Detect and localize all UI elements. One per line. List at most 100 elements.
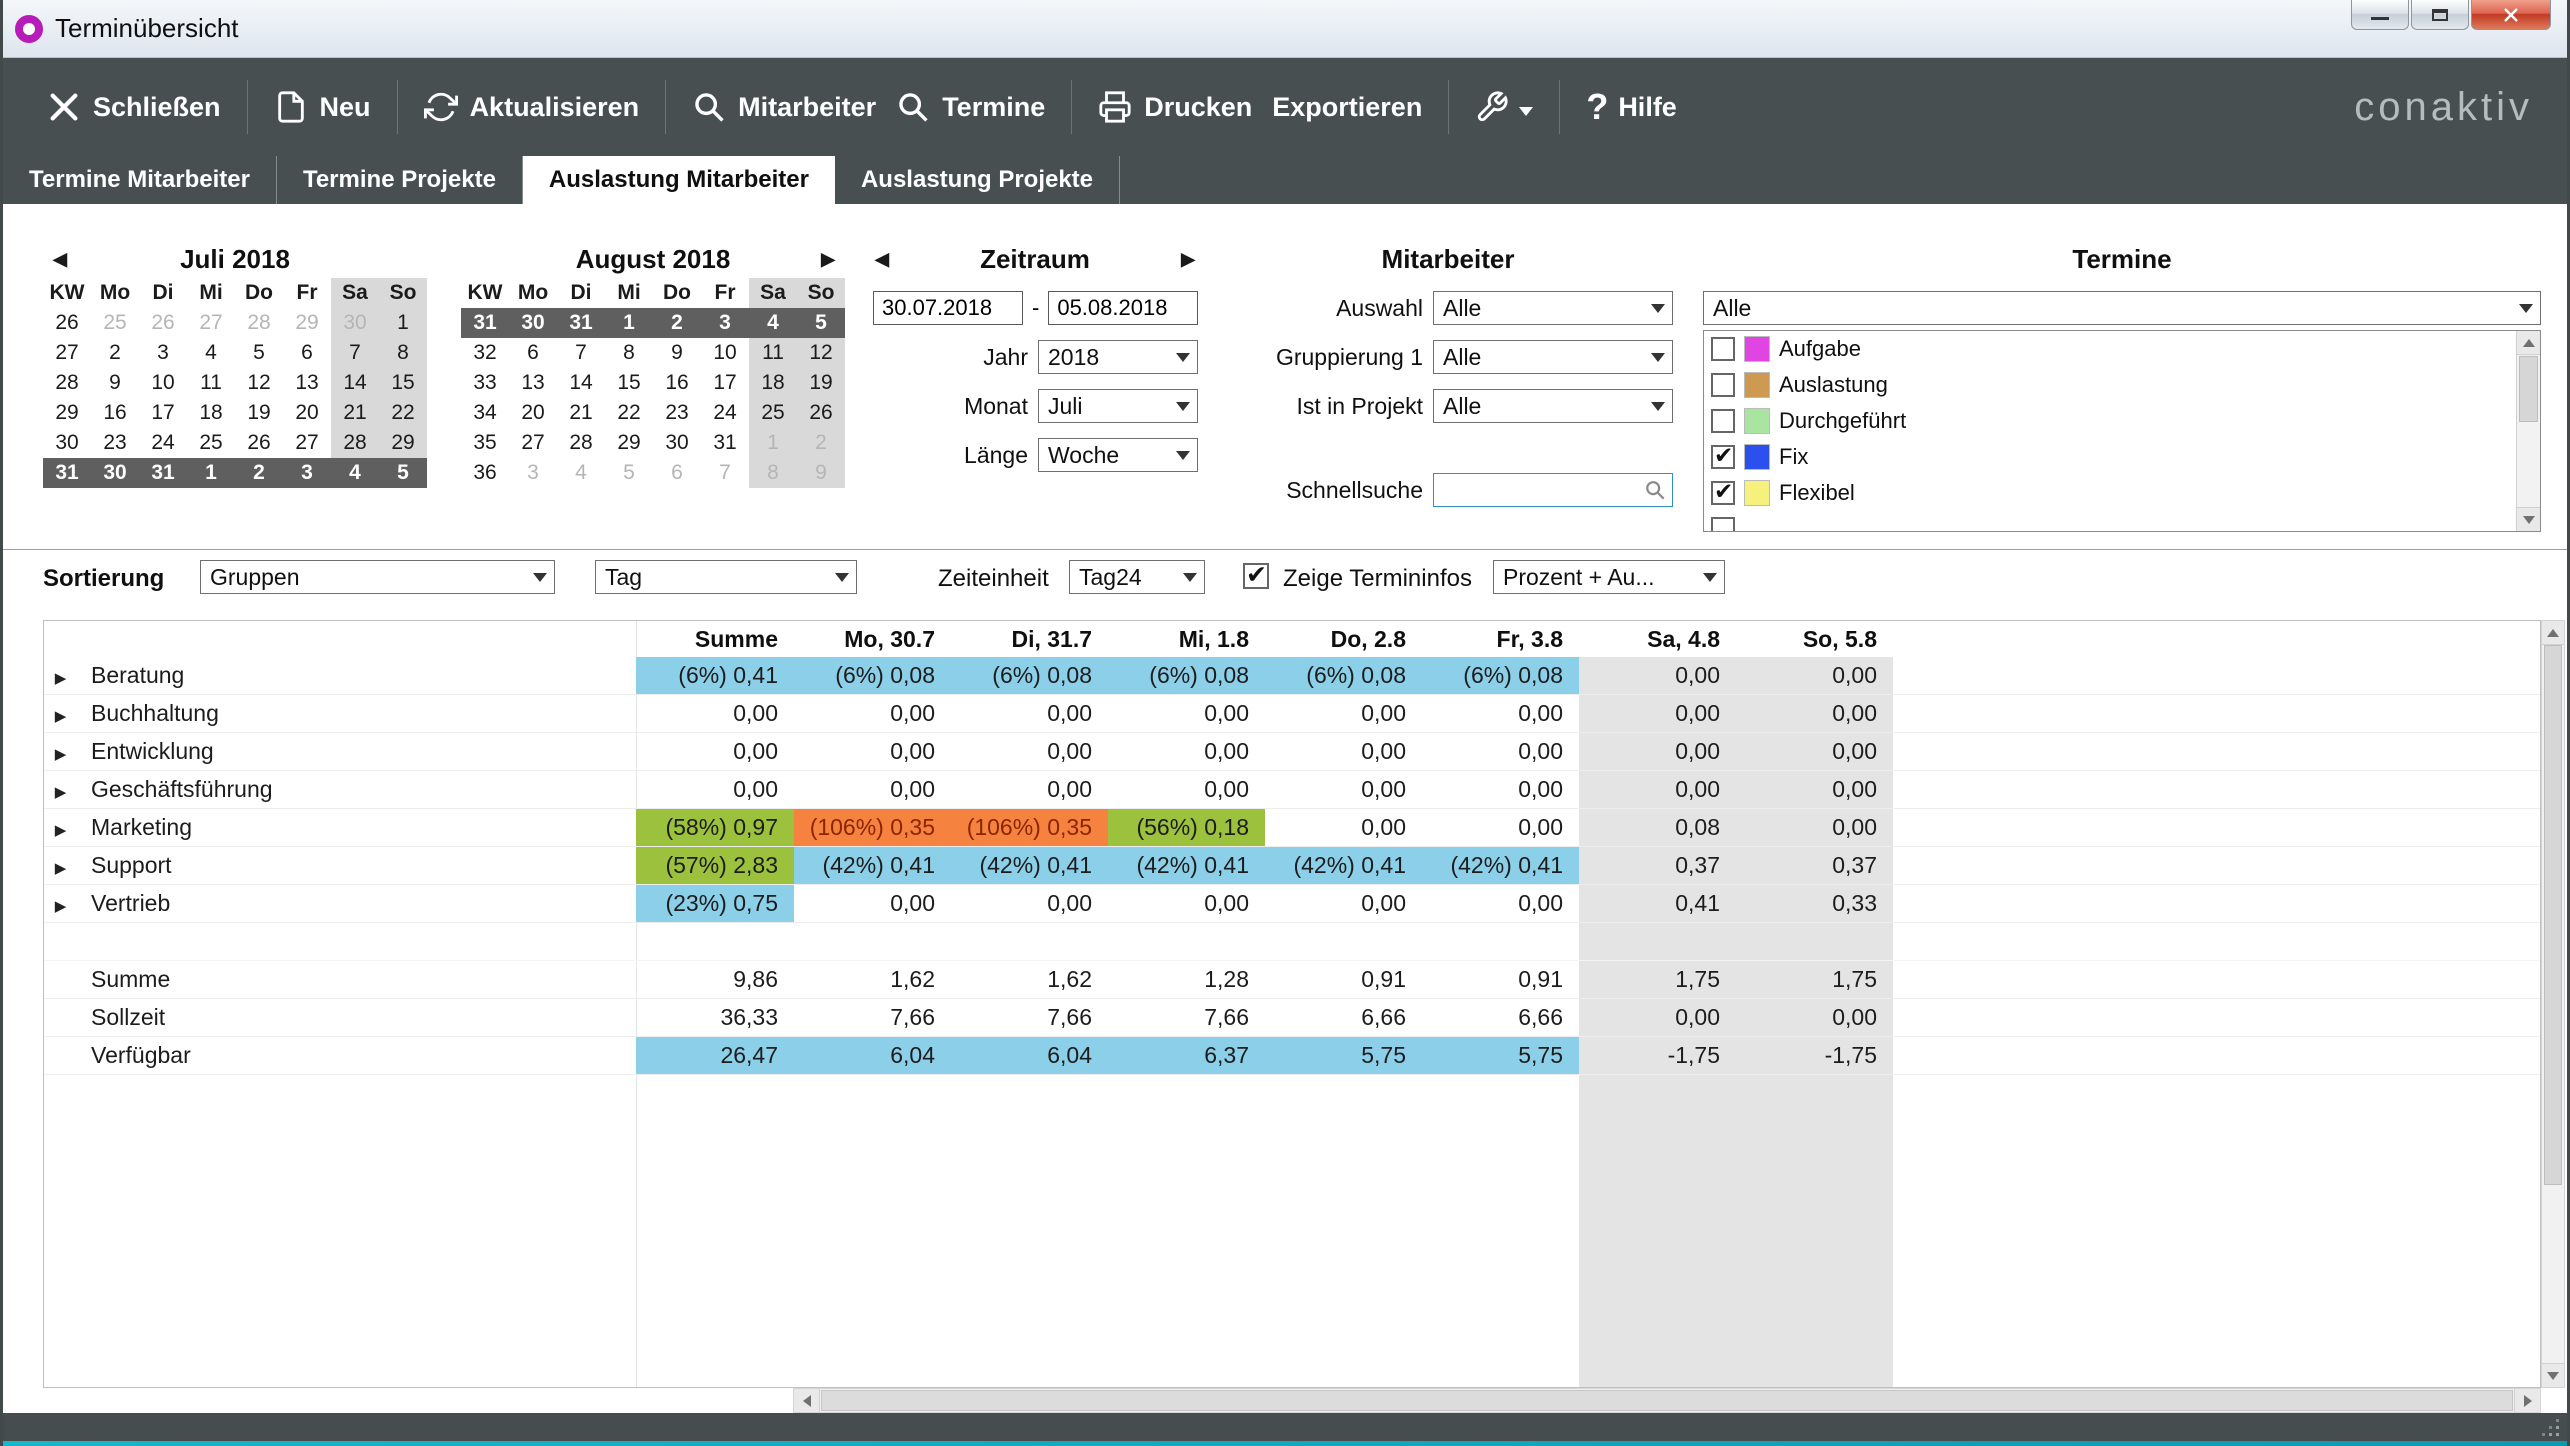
termine-suche-button[interactable]: Termine [896, 90, 1045, 124]
calendar-day[interactable]: 25 [91, 308, 139, 338]
calendar-day[interactable]: 1 [749, 428, 797, 458]
calendar-day[interactable]: 24 [701, 398, 749, 428]
calendar-day[interactable]: 7 [557, 338, 605, 368]
calendar-day[interactable]: 1 [605, 308, 653, 338]
scroll-right-button[interactable] [2514, 1389, 2540, 1412]
termine-type-item[interactable]: ✔Flexibel [1704, 475, 2516, 511]
termine-type-checkbox[interactable] [1711, 409, 1735, 433]
calendar-day[interactable]: 17 [701, 368, 749, 398]
scroll-down-button[interactable] [2517, 507, 2540, 531]
expand-row-icon[interactable]: ▶ [55, 822, 67, 839]
calendar-day[interactable]: 5 [379, 458, 427, 488]
calendar-day[interactable]: 29 [605, 428, 653, 458]
calendar-day[interactable]: 14 [557, 368, 605, 398]
expand-row-icon[interactable]: ▶ [55, 860, 67, 877]
minimize-button[interactable] [2351, 0, 2409, 30]
monat-select[interactable]: Juli [1038, 389, 1198, 423]
schliessen-button[interactable]: Schließen [47, 90, 221, 124]
calendar-day[interactable]: 27 [283, 428, 331, 458]
calendar-day[interactable]: 26 [235, 428, 283, 458]
termine-filter-select[interactable]: Alle [1703, 291, 2541, 325]
calendar-day[interactable]: 15 [379, 368, 427, 398]
termine-type-checkbox[interactable]: ✔ [1711, 445, 1735, 469]
calendar-day[interactable]: 21 [331, 398, 379, 428]
calendar-day[interactable]: 30 [91, 458, 139, 488]
scrollbar-thumb[interactable] [821, 1390, 2513, 1411]
calendar-day[interactable]: 5 [797, 308, 845, 338]
calendar-day[interactable]: 3 [701, 308, 749, 338]
calendar-day[interactable]: 29 [379, 428, 427, 458]
calendar-day[interactable]: 10 [139, 368, 187, 398]
gruppierung-select[interactable]: Alle [1433, 340, 1673, 374]
calendar-day[interactable]: 21 [557, 398, 605, 428]
calendar-day[interactable]: 6 [509, 338, 557, 368]
prev-month-arrow-icon[interactable]: ◀ [43, 249, 77, 270]
sortierung-select[interactable]: Gruppen [200, 560, 555, 594]
zeiteinheit-select[interactable]: Tag24 [1069, 560, 1205, 594]
werkzeuge-button[interactable] [1475, 90, 1533, 124]
tab-auslastung-projekte[interactable]: Auslastung Projekte [835, 156, 1120, 204]
resize-grip[interactable] [2539, 1416, 2559, 1436]
calendar-day[interactable]: 28 [331, 428, 379, 458]
calendar-day[interactable]: 2 [797, 428, 845, 458]
calendar-day[interactable]: 18 [749, 368, 797, 398]
next-month-arrow-icon[interactable]: ▶ [811, 249, 845, 270]
auswahl-select[interactable]: Alle [1433, 291, 1673, 325]
expand-row-icon[interactable]: ▶ [55, 670, 67, 687]
calendar-day[interactable]: 30 [653, 428, 701, 458]
calendar-day[interactable]: 31 [557, 308, 605, 338]
drucken-button[interactable]: Drucken [1098, 90, 1252, 124]
termine-type-checkbox[interactable] [1711, 517, 1735, 532]
scrollbar-thumb[interactable] [2544, 645, 2562, 1185]
calendar-day[interactable]: 29 [283, 308, 331, 338]
calendar-day[interactable]: 2 [653, 308, 701, 338]
calendar-day[interactable]: 2 [235, 458, 283, 488]
calendar-day[interactable]: 22 [605, 398, 653, 428]
calendar-day[interactable]: 20 [283, 398, 331, 428]
calendar-day[interactable]: 25 [749, 398, 797, 428]
calendar-day[interactable]: 27 [187, 308, 235, 338]
calendar-day[interactable]: 13 [509, 368, 557, 398]
calendar-day[interactable]: 4 [187, 338, 235, 368]
termine-type-item[interactable]: Auslastung [1704, 367, 2516, 403]
calendar-day[interactable]: 30 [509, 308, 557, 338]
tab-termine-mitarbeiter[interactable]: Termine Mitarbeiter [3, 156, 277, 204]
calendar-day[interactable]: 6 [283, 338, 331, 368]
calendar-day[interactable]: 11 [187, 368, 235, 398]
scroll-up-button[interactable] [2517, 331, 2540, 355]
expand-row-icon[interactable]: ▶ [55, 708, 67, 725]
schnellsuche-input[interactable] [1434, 477, 1644, 503]
tab-termine-projekte[interactable]: Termine Projekte [277, 156, 523, 204]
calendar-day[interactable]: 16 [91, 398, 139, 428]
calendar-day[interactable]: 4 [749, 308, 797, 338]
scrollbar-thumb[interactable] [2519, 356, 2538, 422]
termine-type-checkbox[interactable] [1711, 337, 1735, 361]
calendar-day[interactable]: 25 [187, 428, 235, 458]
calendar-day[interactable]: 8 [749, 458, 797, 488]
termine-type-item[interactable]: Aufgabe [1704, 331, 2516, 367]
hilfe-button[interactable]: ? Hilfe [1586, 86, 1677, 128]
calendar-day[interactable]: 3 [283, 458, 331, 488]
calendar-day[interactable]: 14 [331, 368, 379, 398]
termine-type-item[interactable]: ✔Fix [1704, 439, 2516, 475]
calendar-day[interactable]: 12 [797, 338, 845, 368]
calendar-day[interactable]: 12 [235, 368, 283, 398]
calendar-day[interactable]: 19 [797, 368, 845, 398]
calendar-day[interactable]: 8 [379, 338, 427, 368]
anzeige-select[interactable]: Prozent + Au... [1493, 560, 1725, 594]
table-vertical-scrollbar[interactable] [2541, 620, 2565, 1388]
expand-row-icon[interactable]: ▶ [55, 898, 67, 915]
calendar-day[interactable]: 3 [509, 458, 557, 488]
calendar-day[interactable]: 7 [331, 338, 379, 368]
termine-type-checkbox[interactable] [1711, 373, 1735, 397]
calendar-day[interactable]: 24 [139, 428, 187, 458]
calendar-day[interactable]: 10 [701, 338, 749, 368]
termine-type-item[interactable]: Durchgeführt [1704, 403, 2516, 439]
prev-period-arrow-icon[interactable]: ◀ [865, 249, 899, 270]
neu-button[interactable]: Neu [274, 90, 371, 124]
ist-in-projekt-select[interactable]: Alle [1433, 389, 1673, 423]
calendar-day[interactable]: 31 [701, 428, 749, 458]
calendar-day[interactable]: 2 [91, 338, 139, 368]
horizontal-scrollbar[interactable] [793, 1388, 2541, 1413]
calendar-day[interactable]: 11 [749, 338, 797, 368]
